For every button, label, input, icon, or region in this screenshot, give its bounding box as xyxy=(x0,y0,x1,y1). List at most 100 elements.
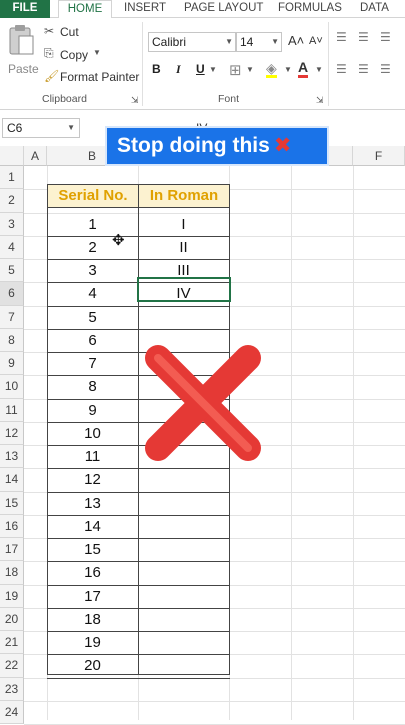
row-header[interactable]: 5 xyxy=(0,259,24,283)
copy-dropdown-icon[interactable]: ▼ xyxy=(93,48,101,57)
column-header-f[interactable]: F xyxy=(353,146,405,166)
font-color-dropdown-icon[interactable]: ▼ xyxy=(315,65,323,74)
serial-cell[interactable]: 7 xyxy=(47,352,138,375)
tab-file[interactable]: FILE xyxy=(0,0,50,18)
underline-dropdown-icon[interactable]: ▼ xyxy=(209,65,217,74)
shrink-font-icon[interactable]: A˅ xyxy=(309,35,323,47)
borders-icon[interactable]: ⊞ xyxy=(229,61,242,79)
row-header[interactable]: 6 xyxy=(0,282,24,306)
copy-button[interactable]: Copy xyxy=(60,48,88,62)
row-header[interactable]: 3 xyxy=(0,212,24,236)
fill-color-icon[interactable]: ◈ xyxy=(266,61,277,78)
serial-cell[interactable]: 9 xyxy=(47,399,138,422)
tab-data[interactable]: DATA xyxy=(360,0,389,18)
row-header[interactable]: 23 xyxy=(0,677,24,701)
serial-cell[interactable]: 3 xyxy=(47,259,138,282)
serial-cell[interactable]: 14 xyxy=(47,515,138,538)
row-header[interactable]: 13 xyxy=(0,445,24,469)
row-header[interactable]: 22 xyxy=(0,654,24,678)
font-name-select[interactable]: Calibri ▼ xyxy=(148,32,236,52)
row-header[interactable]: 24 xyxy=(0,700,24,724)
serial-cell[interactable]: 16 xyxy=(47,561,138,584)
italic-button[interactable]: I xyxy=(176,62,181,77)
serial-cell[interactable]: 10 xyxy=(47,422,138,445)
roman-cell[interactable] xyxy=(138,468,229,491)
selected-cell-c6[interactable] xyxy=(137,277,231,302)
paste-label: Paste xyxy=(8,62,39,76)
row-header[interactable]: 7 xyxy=(0,305,24,329)
row-header[interactable]: 1 xyxy=(0,166,24,190)
roman-cell[interactable] xyxy=(138,585,229,608)
header-in-roman[interactable]: In Roman xyxy=(138,184,230,208)
roman-cell[interactable] xyxy=(138,561,229,584)
row-header[interactable]: 18 xyxy=(0,561,24,585)
row-header[interactable]: 9 xyxy=(0,352,24,376)
row-header[interactable]: 16 xyxy=(0,514,24,538)
row-header[interactable]: 12 xyxy=(0,421,24,445)
serial-cell[interactable]: 13 xyxy=(47,492,138,515)
grow-font-icon[interactable]: A˄ xyxy=(288,33,304,48)
roman-cell[interactable] xyxy=(138,492,229,515)
serial-cell[interactable]: 5 xyxy=(47,306,138,329)
borders-dropdown-icon[interactable]: ▼ xyxy=(246,65,254,74)
tab-formulas[interactable]: FORMULAS xyxy=(278,0,342,18)
font-launcher-icon[interactable]: ⇲ xyxy=(316,95,324,106)
row-header[interactable]: 21 xyxy=(0,631,24,655)
align-left-icon[interactable]: ☰ xyxy=(336,62,347,76)
row-header[interactable]: 14 xyxy=(0,468,24,492)
serial-cell[interactable]: 12 xyxy=(47,468,138,491)
grid-line xyxy=(353,166,354,720)
row-header[interactable]: 10 xyxy=(0,375,24,399)
serial-cell[interactable]: 17 xyxy=(47,585,138,608)
row-header[interactable]: 19 xyxy=(0,584,24,608)
roman-cell[interactable] xyxy=(138,654,229,677)
clipboard-group-label: Clipboard xyxy=(42,93,87,105)
align-center-icon[interactable]: ☰ xyxy=(358,62,369,76)
row-header[interactable]: 2 xyxy=(0,189,24,213)
font-name-value: Calibri xyxy=(152,35,187,49)
header-serial-no[interactable]: Serial No. xyxy=(47,184,139,208)
roman-cell[interactable]: II xyxy=(138,236,229,259)
tab-page-layout[interactable]: PAGE LAYOUT xyxy=(184,0,263,18)
roman-cell[interactable] xyxy=(138,538,229,561)
bold-button[interactable]: B xyxy=(152,62,161,76)
row-header[interactable]: 11 xyxy=(0,398,24,422)
ribbon-tabs: FILE HOME INSERT PAGE LAYOUT FORMULAS DA… xyxy=(0,0,405,19)
format-painter-button[interactable]: Format Painter xyxy=(60,70,139,84)
column-header-a[interactable]: A xyxy=(24,146,47,166)
select-all-corner[interactable] xyxy=(0,146,24,166)
roman-cell[interactable] xyxy=(138,306,229,329)
align-top-icon[interactable]: ☰ xyxy=(336,30,347,44)
serial-cell[interactable]: 20 xyxy=(47,654,138,677)
align-bottom-icon[interactable]: ☰ xyxy=(380,30,391,44)
roman-cell[interactable] xyxy=(138,608,229,631)
serial-cell[interactable]: 6 xyxy=(47,329,138,352)
banner-text: Stop doing this xyxy=(117,134,270,157)
name-box[interactable]: C6 ▼ xyxy=(2,118,80,138)
tab-home[interactable]: HOME xyxy=(58,0,112,19)
serial-cell[interactable]: 19 xyxy=(47,631,138,654)
font-size-select[interactable]: 14 ▼ xyxy=(236,32,282,52)
row-header[interactable]: 15 xyxy=(0,491,24,515)
paste-button[interactable]: Paste xyxy=(4,24,39,84)
row-header[interactable]: 20 xyxy=(0,607,24,631)
serial-cell[interactable]: 18 xyxy=(47,608,138,631)
serial-cell[interactable]: 4 xyxy=(47,282,138,305)
row-header[interactable]: 17 xyxy=(0,538,24,562)
roman-cell[interactable] xyxy=(138,631,229,654)
underline-button[interactable]: U xyxy=(196,62,205,76)
serial-cell[interactable]: 15 xyxy=(47,538,138,561)
serial-cell[interactable]: 11 xyxy=(47,445,138,468)
roman-cell[interactable]: I xyxy=(138,213,229,236)
serial-cell[interactable]: 8 xyxy=(47,375,138,398)
clipboard-launcher-icon[interactable]: ⇲ xyxy=(131,95,139,106)
tab-insert[interactable]: INSERT xyxy=(124,0,166,18)
align-middle-icon[interactable]: ☰ xyxy=(358,30,369,44)
row-header[interactable]: 4 xyxy=(0,235,24,259)
roman-cell[interactable] xyxy=(138,515,229,538)
font-color-icon[interactable]: A xyxy=(298,60,309,78)
cut-button[interactable]: Cut xyxy=(60,25,79,39)
align-right-icon[interactable]: ☰ xyxy=(380,62,391,76)
row-header[interactable]: 8 xyxy=(0,328,24,352)
fill-dropdown-icon[interactable]: ▼ xyxy=(284,65,292,74)
